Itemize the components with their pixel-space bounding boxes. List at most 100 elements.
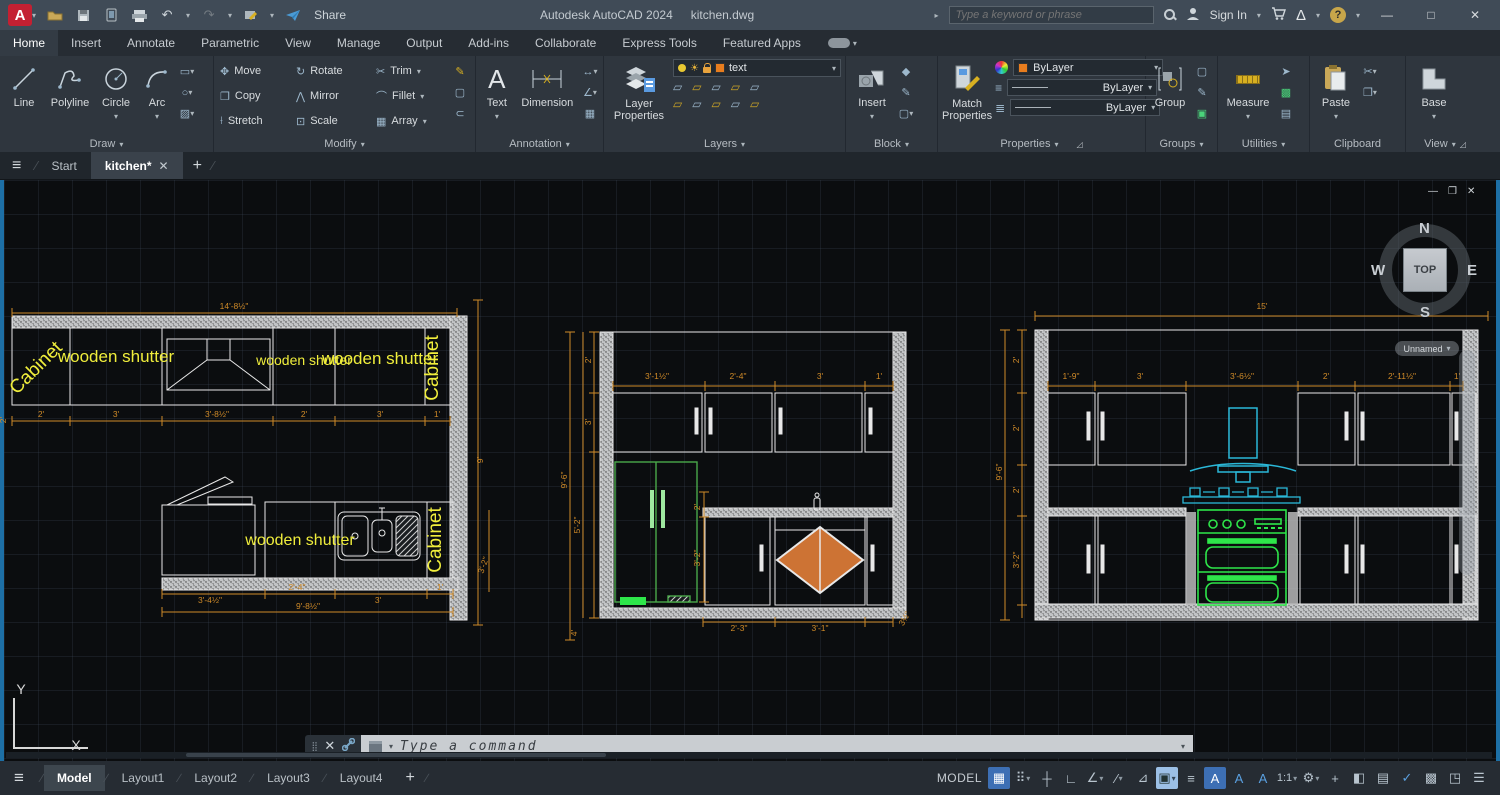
oven[interactable] xyxy=(1198,510,1286,605)
offset-icon[interactable]: ⊂ xyxy=(451,105,469,122)
viewcube-west[interactable]: W xyxy=(1371,262,1385,279)
new-layout-button[interactable]: + xyxy=(395,769,424,787)
search-expand-caret[interactable]: ▸ xyxy=(935,11,939,20)
layout2-tab[interactable]: Layout2 xyxy=(181,765,250,791)
maximize-button[interactable]: □ xyxy=(1414,8,1448,22)
rectangle-icon[interactable]: ▭▾ xyxy=(178,63,196,80)
grid-toggle[interactable]: ▦ xyxy=(988,767,1010,789)
viewcube-east[interactable]: E xyxy=(1467,262,1477,279)
ellipse-icon[interactable]: ○▾ xyxy=(178,84,196,101)
ribbon-display-toggle[interactable]: ▾ xyxy=(820,30,865,56)
linetype-dropdown[interactable]: ByLayer ▾ xyxy=(1010,99,1160,116)
layers-panel-label[interactable]: Layers▾ xyxy=(604,136,845,152)
save-icon[interactable] xyxy=(74,7,92,23)
linetype-icon[interactable]: ≣ xyxy=(995,105,1005,111)
object-snap-toggle[interactable]: ▣▾ xyxy=(1156,767,1178,789)
isolate-objects-toggle[interactable]: ◧ xyxy=(1348,767,1370,789)
viewcube[interactable]: N W E S TOP xyxy=(1377,222,1473,318)
dwg-restore-icon[interactable]: ❐ xyxy=(1448,186,1457,197)
annotation-visibility-toggle[interactable]: A xyxy=(1204,767,1226,789)
view-panel-label[interactable]: View▾ ◿ xyxy=(1406,136,1484,152)
gas-hob[interactable] xyxy=(1183,488,1300,503)
trim-button[interactable]: ✂Trim▾ xyxy=(374,59,448,83)
circle-button[interactable]: Circle ▾ xyxy=(96,59,136,122)
tab-featured-apps[interactable]: Featured Apps xyxy=(710,30,814,56)
group-button[interactable]: Group xyxy=(1150,59,1190,109)
insert-caret[interactable]: ▾ xyxy=(870,111,874,122)
batch-plot-icon[interactable] xyxy=(242,7,260,23)
edit-block-icon[interactable]: ✎ xyxy=(897,84,915,101)
layer-walk-icon[interactable]: ▱ xyxy=(750,97,759,111)
tab-close-icon[interactable]: ✕ xyxy=(159,159,169,173)
clean-screen-toggle[interactable]: ◳ xyxy=(1444,767,1466,789)
sign-in-caret[interactable]: ▾ xyxy=(1257,11,1261,20)
color-wheel-icon[interactable] xyxy=(995,61,1008,74)
tab-insert[interactable]: Insert xyxy=(58,30,114,56)
layer-dropdown[interactable]: ☀ text ▾ xyxy=(673,59,841,77)
layer-lock-icon[interactable]: ▱ xyxy=(731,80,740,94)
color-dropdown[interactable]: ByLayer ▾ xyxy=(1013,59,1163,76)
trusted-locations-icon[interactable]: ▩ xyxy=(1420,767,1442,789)
polar-tracking-toggle[interactable]: ∠▾ xyxy=(1084,767,1106,789)
select-all-icon[interactable]: ▩ xyxy=(1277,84,1295,101)
clipboard-panel-label[interactable]: Clipboard xyxy=(1310,136,1405,152)
copy-button[interactable]: ❐Copy xyxy=(218,84,294,108)
search-icon[interactable] xyxy=(1164,9,1176,21)
tab-home[interactable]: Home xyxy=(0,30,58,56)
lineweight-icon[interactable]: ≡ xyxy=(995,85,1002,91)
help-caret[interactable]: ▾ xyxy=(1356,11,1360,20)
vertical-scrollbar[interactable] xyxy=(1459,350,1475,575)
groups-panel-label[interactable]: Groups▾ xyxy=(1146,136,1217,152)
close-button[interactable]: ✕ xyxy=(1458,8,1492,22)
dwg-close-icon[interactable]: ✕ xyxy=(1467,186,1475,197)
tab-output[interactable]: Output xyxy=(393,30,455,56)
viewcube-south[interactable]: S xyxy=(1420,304,1430,321)
quick-calc-icon[interactable]: ▤ xyxy=(1277,105,1295,122)
layer-unisolate-icon[interactable]: ▱ xyxy=(692,97,701,111)
customization-plus[interactable]: + xyxy=(1324,767,1346,789)
qat-caret[interactable]: ▾ xyxy=(270,11,274,20)
layout4-tab[interactable]: Layout4 xyxy=(327,765,396,791)
lineweight-dropdown[interactable]: ByLayer ▾ xyxy=(1007,79,1157,96)
share-icon[interactable] xyxy=(284,7,302,23)
drawing-left-elevation[interactable]: Cabinet wooden shutter wooden shutter wo… xyxy=(0,300,491,625)
command-history-caret[interactable]: ▾ xyxy=(1181,742,1185,751)
hardware-acceleration-icon[interactable]: ▤ xyxy=(1372,767,1394,789)
open-icon[interactable] xyxy=(46,7,64,23)
unnamed-view-badge[interactable]: Unnamed▾ xyxy=(1395,341,1459,356)
model-space-badge[interactable]: MODEL xyxy=(937,771,982,785)
leader-icon[interactable]: ∠▾ xyxy=(581,84,599,101)
copy-clip-icon[interactable]: ❐▾ xyxy=(1361,84,1379,101)
workspace-switching[interactable]: ⚙▾ xyxy=(1300,767,1322,789)
layout-menu-icon[interactable]: ≡ xyxy=(14,768,24,788)
arc-button[interactable]: Arc ▾ xyxy=(139,59,175,122)
new-drawing-button[interactable]: + xyxy=(183,157,212,175)
group-select-icon[interactable]: ▣ xyxy=(1193,105,1211,122)
tab-express-tools[interactable]: Express Tools xyxy=(609,30,709,56)
model-tab[interactable]: Model xyxy=(44,765,105,791)
infer-constraints-toggle[interactable]: ┼ xyxy=(1036,767,1058,789)
autodesk-icon[interactable]: Δ xyxy=(1296,7,1306,24)
layer-match-icon[interactable]: ▱ xyxy=(750,80,759,94)
graphics-performance-icon[interactable]: ✓ xyxy=(1396,767,1418,789)
tab-start[interactable]: Start xyxy=(38,152,91,179)
match-properties-button[interactable]: Match Properties xyxy=(942,59,992,122)
scale-button[interactable]: ⊡Scale xyxy=(294,109,374,133)
layer-properties-button[interactable]: Layer Properties xyxy=(608,59,670,122)
insert-button[interactable]: Insert ▾ xyxy=(850,59,894,122)
annotation-scale-icon[interactable]: A xyxy=(1252,767,1274,789)
app-menu-caret[interactable]: ▾ xyxy=(32,11,36,20)
layer-off-icon[interactable]: ▱ xyxy=(673,80,682,94)
user-icon[interactable] xyxy=(1186,7,1200,23)
layer-freeze2-icon[interactable]: ▱ xyxy=(711,97,720,111)
dim-style-icon[interactable]: ↔▾ xyxy=(581,63,599,80)
layout3-tab[interactable]: Layout3 xyxy=(254,765,323,791)
draw-panel-label[interactable]: Draw▾ xyxy=(0,136,213,152)
tab-kitchen[interactable]: kitchen* ✕ xyxy=(91,152,183,179)
autocad-logo-button[interactable]: A xyxy=(8,4,32,26)
group-edit-icon[interactable]: ✎ xyxy=(1193,84,1211,101)
paste-button[interactable]: Paste ▾ xyxy=(1314,59,1358,122)
tab-addins[interactable]: Add-ins xyxy=(455,30,522,56)
text-button[interactable]: A Text ▾ xyxy=(480,59,514,122)
block-attributes-icon[interactable]: ▢▾ xyxy=(897,105,915,122)
